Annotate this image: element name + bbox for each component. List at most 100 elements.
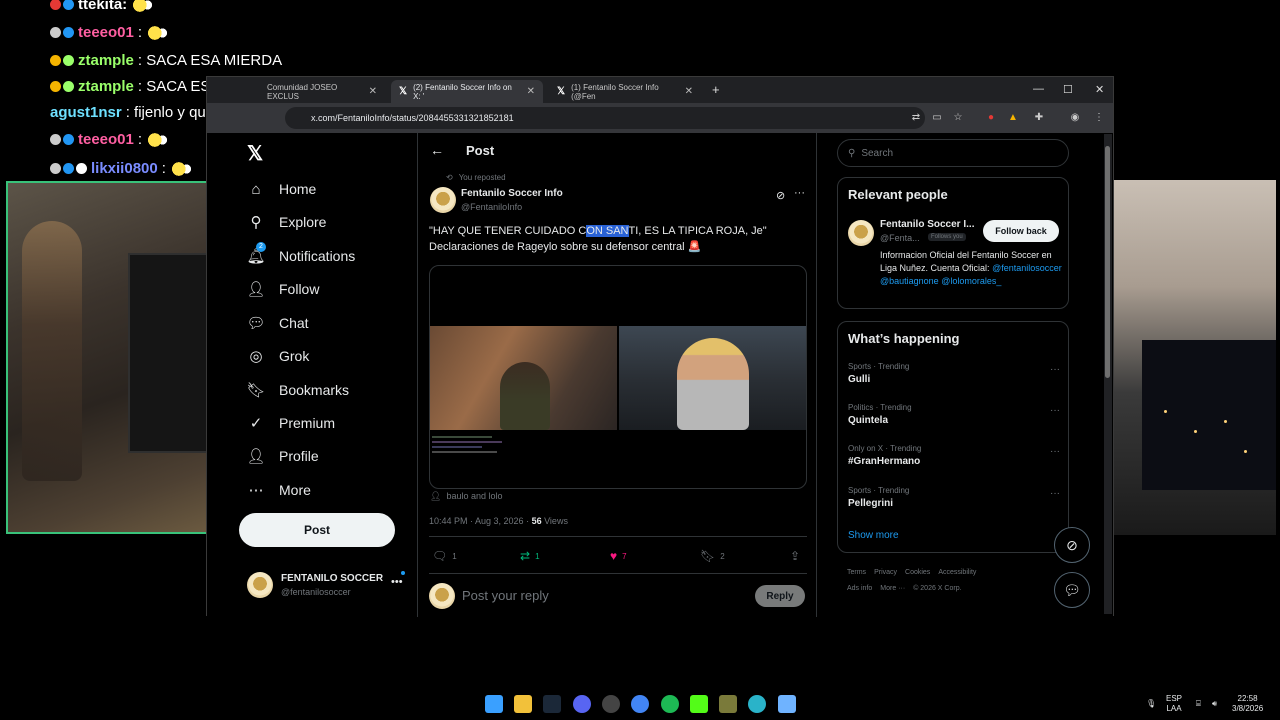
reply-submit-button[interactable]: Reply [755,585,805,607]
media-tag-caption[interactable]: 👤︎ baulo and lolo [430,491,503,502]
chrome-icon[interactable] [631,695,649,713]
retweet-icon: ⇄ [520,549,531,563]
nav-home[interactable]: ⌂ Home [247,174,316,204]
chat-message: ttekita: [50,0,154,13]
new-tab-button[interactable]: + [712,82,720,97]
search-input[interactable]: ⚲ Search [837,139,1069,167]
close-icon[interactable]: ✕ [527,86,535,97]
show-more-link[interactable]: Show more [848,530,899,541]
maximize-button[interactable]: ☐ [1063,83,1073,96]
close-window-button[interactable]: ✕ [1095,83,1104,96]
close-icon[interactable]: ✕ [369,86,377,97]
nav-explore[interactable]: ⚲ Explore [247,207,327,237]
cast-icon[interactable]: ▭ [931,112,943,124]
more-dots-icon[interactable]: ··· [1050,405,1060,416]
tweet-video[interactable] [429,265,807,489]
nav-grok[interactable]: ◎ Grok [247,341,309,371]
left-nav: 𝕏 ⌂ Home ⚲ Explore 🔔︎ 2 Notifications 👤︎ Foll… [207,133,417,617]
extension-icon[interactable]: ▲ [1007,112,1019,124]
messages-fab-button[interactable]: 💬︎ [1054,572,1090,608]
app-icon[interactable] [719,695,737,713]
text-selection: ON SAN [586,225,629,237]
scrollbar[interactable] [1104,134,1112,614]
translate-icon[interactable]: ⇄ [910,112,922,124]
x-home-logo[interactable]: 𝕏 [247,141,263,166]
tab-profile[interactable]: 𝕏 (1) Fentanilo Soccer Info (@Fen ✕ [549,80,701,103]
trend-item[interactable]: Only on X · Trending #GranHermano ··· [848,444,1060,467]
windows-start-icon[interactable] [485,695,503,713]
author-name[interactable]: Fentanilo Soccer Info [461,188,563,199]
unread-dot [401,571,405,575]
webcam-left [6,181,210,534]
tab-active-post[interactable]: 𝕏 (2) Fentanilo Soccer Info on X: ' ✕ [391,80,543,103]
nav-more[interactable]: ⋯ More [247,475,311,505]
steam-icon[interactable] [543,695,561,713]
reply-input[interactable]: Post your reply [462,588,742,604]
like-button[interactable]: ♥ 7 [610,549,627,563]
repost-icon: ⟲ [446,173,453,182]
toolbar: x.com/FentaniloInfo/status/2084455331321… [207,103,1113,133]
notification-badge: 2 [256,242,266,252]
nav-profile[interactable]: 👤︎ Profile [246,441,318,471]
desktop: ttekita: teeeo01: ztample: SACA ESA MIER… [0,0,1280,720]
minimize-button[interactable]: — [1033,83,1044,95]
nav-notifications[interactable]: 🔔︎ 2 Notifications [246,241,355,271]
app-icon[interactable] [748,695,766,713]
tab-comunidad[interactable]: Comunidad JOSEO EXCLUS ✕ [259,80,385,103]
trend-item[interactable]: Politics · Trending Quintela ··· [848,403,1060,426]
menu-kebab-icon[interactable]: ⋮ [1093,112,1105,124]
retweet-button[interactable]: ⇄ 1 [520,549,540,563]
person-avatar[interactable] [848,220,874,246]
language-indicator[interactable]: ESP LAA [1166,694,1182,714]
extension-icon[interactable]: ● [985,112,997,124]
compose-post-button[interactable]: Post [239,513,395,547]
nav-bookmarks[interactable]: 🔖︎ Bookmarks [246,375,349,405]
extensions-puzzle-icon[interactable]: ✚ [1033,112,1045,124]
nav-follow[interactable]: 👤︎ Follow [246,274,319,304]
scroll-thumb[interactable] [1105,146,1110,378]
author-handle[interactable]: @FentaniloInfo [461,202,522,212]
grok-explain-icon[interactable]: ⊘ [776,189,785,202]
notepad-icon[interactable] [778,695,796,713]
discord-icon[interactable] [573,695,591,713]
trend-item[interactable]: Sports · Trending Gulli ··· [848,362,1060,385]
more-dots-icon[interactable]: ··· [1050,364,1060,375]
follow-back-button[interactable]: Follow back [983,220,1059,242]
more-dots-icon[interactable]: ··· [794,187,805,199]
account-switcher[interactable]: FENTANILO SOCCER @fentanilosoccer ••• [247,571,407,601]
clock[interactable]: 22:58 3/8/2026 [1232,694,1263,714]
more-circle-icon: ⋯ [248,482,264,499]
nav-chat[interactable]: 💬︎ Chat [246,308,308,338]
kick-icon[interactable] [690,695,708,713]
microphone-icon[interactable]: 🎙︎ [1146,699,1156,709]
file-explorer-icon[interactable] [514,695,532,713]
author-avatar[interactable] [430,187,456,213]
webcam-monitor [128,253,208,453]
bookmark-star-icon[interactable]: ☆ [952,112,964,124]
trend-item[interactable]: Sports · Trending Pellegrini ··· [848,486,1060,509]
tab-strip: Comunidad JOSEO EXCLUS ✕ 𝕏 (2) Fentanilo … [207,77,1113,103]
profile-icon[interactable]: ◉ [1069,112,1081,124]
account-avatar [247,572,273,598]
share-button[interactable]: ⇪ [790,549,800,563]
grok-fab-button[interactable]: ⊘ [1054,527,1090,563]
reply-avatar [429,583,455,609]
more-dots-icon[interactable]: ··· [1050,446,1060,457]
reply-button[interactable]: 🗨︎ 1 [432,549,457,563]
person-bio: Informacion Oficial del Fentanilo Soccer… [880,250,1062,286]
more-dots-icon[interactable]: ··· [1050,488,1060,499]
address-bar[interactable]: x.com/FentaniloInfo/status/2084455331321… [285,107,925,129]
back-arrow-icon[interactable]: ← [430,142,444,158]
spotify-icon[interactable] [661,695,679,713]
video-feed-right [619,326,806,430]
bookmark-button[interactable]: 🔖︎ 2 [700,549,725,563]
share-icon: ⇪ [790,549,801,563]
volume-icon[interactable]: 🔊︎ [1212,699,1217,709]
chat-message: ztample: SACA ESA MIERDA [50,52,282,69]
network-icon[interactable]: ⌸ [1196,699,1201,709]
close-icon[interactable]: ✕ [685,86,693,97]
post-column: ← Post ⟲ You reposted Fentanilo Soccer In… [417,133,817,617]
taskbar: 🎙︎ ESP LAA ⌸ 🔊︎ 22:58 3/8/2026 [0,688,1280,720]
nav-premium[interactable]: ✓ Premium [247,408,335,438]
obs-icon[interactable] [602,695,620,713]
